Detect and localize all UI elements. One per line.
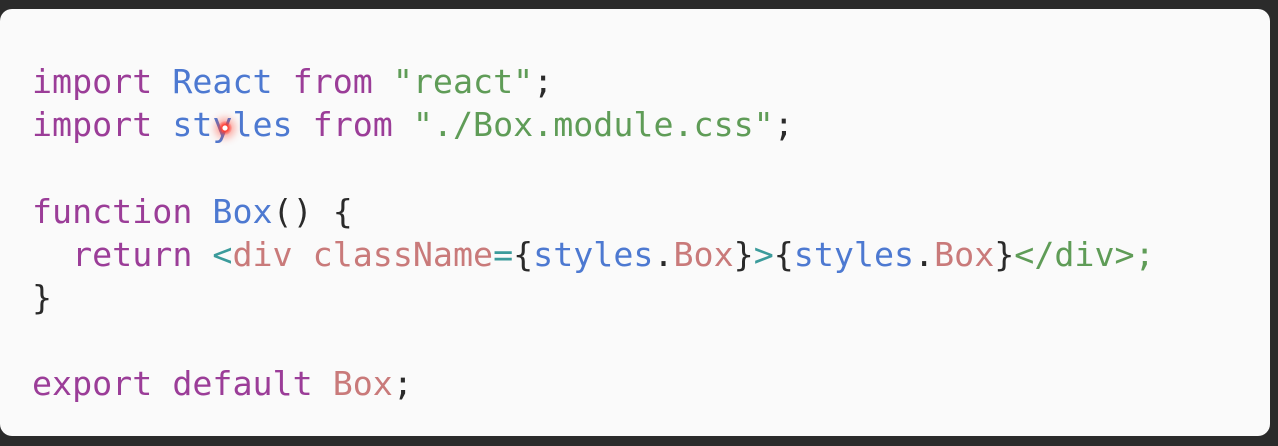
code-line: ​	[32, 319, 1155, 362]
code-line: import styles from "./Box.module.css";	[32, 103, 1155, 146]
code-token-keyword: from	[312, 105, 393, 145]
code-token-identifier: styles	[533, 234, 654, 274]
code-token-tag: >	[753, 234, 774, 274]
code-token-keyword: default	[172, 364, 313, 404]
code-token-tag: =	[493, 234, 514, 274]
code-token-plain: {	[513, 234, 534, 274]
mouse-cursor-indicator	[218, 121, 232, 135]
code-token-plain: ;	[773, 105, 794, 145]
code-token-plain: {	[773, 234, 794, 274]
code-line: function Box() {	[32, 190, 1155, 233]
code-token-identifier: styles	[793, 234, 915, 274]
code-token-plain: }	[32, 277, 53, 317]
code-line: }	[32, 276, 1155, 319]
code-token-keyword: import	[32, 62, 153, 101]
code-token-component: div	[232, 234, 293, 274]
code-token-plain: ;	[392, 364, 413, 404]
code-token-keyword: export	[32, 364, 153, 404]
code-token-plain: }	[994, 234, 1015, 274]
code-block: import React from "react"; import styles …	[0, 9, 1270, 436]
code-token-keyword: from	[292, 62, 373, 101]
code-token-identifier: Box	[212, 191, 273, 231]
code-token-string: "react"	[392, 62, 534, 101]
code-token-component: className	[312, 234, 494, 274]
code-token-keyword: import	[32, 105, 153, 145]
code-token-plain: }	[733, 234, 754, 274]
code-token-plain: () {	[272, 191, 353, 231]
code-token-identifier: React	[172, 62, 273, 101]
code-line: export default Box;	[32, 362, 1155, 405]
code-line: ​	[32, 146, 1155, 189]
code-line: import React from "react";	[32, 60, 1155, 103]
code-token-plain: .	[653, 234, 674, 274]
code-token-identifier: styles	[172, 105, 293, 145]
code-line: return <div className={styles.Box}>{styl…	[32, 233, 1155, 276]
window-frame: import React from "react"; import styles …	[0, 0, 1278, 446]
code-token-component: Box	[332, 364, 393, 404]
code-token-plain: .	[914, 234, 935, 274]
code-token-component: Box	[673, 234, 734, 274]
code-token-string: "./Box.module.css"	[412, 105, 774, 145]
code-token-plain: ;	[533, 62, 554, 101]
code-token-tag: <	[212, 234, 233, 274]
code-token-component: Box	[934, 234, 995, 274]
code-token-keyword: return	[72, 234, 193, 274]
code-token-string: </div>;	[1014, 234, 1155, 274]
code-content: import React from "react"; import styles …	[32, 60, 1155, 406]
code-token-keyword: function	[32, 191, 193, 231]
